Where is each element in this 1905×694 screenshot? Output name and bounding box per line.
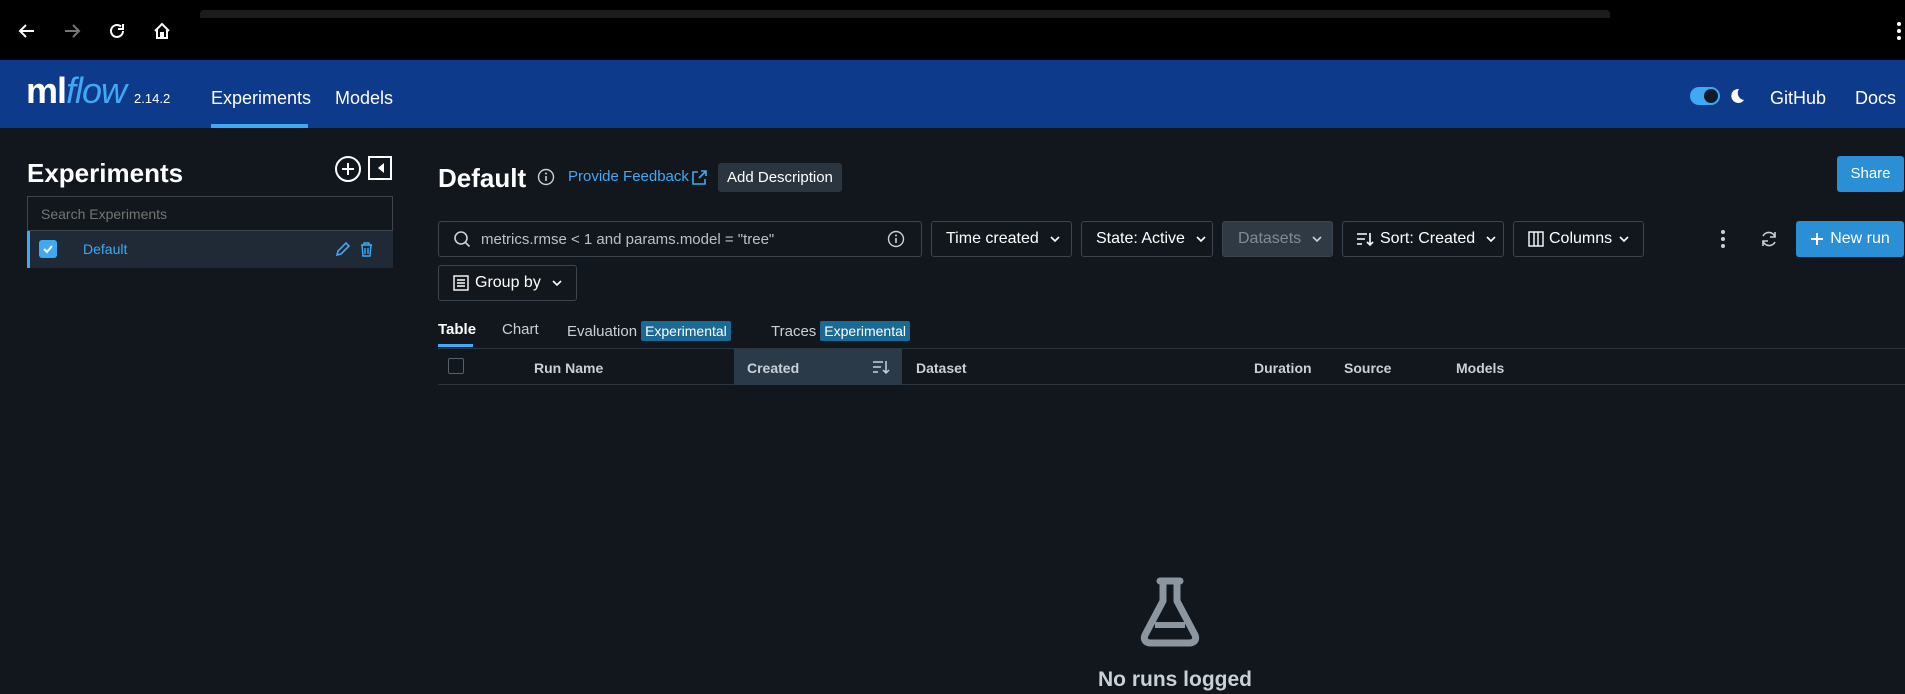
empty-state-message: No runs logged — [1098, 668, 1252, 691]
tab-chart[interactable]: Chart — [502, 321, 539, 338]
experiment-name[interactable]: Default — [83, 241, 127, 257]
chevron-down-icon — [1486, 236, 1496, 243]
add-description-button[interactable]: Add Description — [718, 163, 842, 192]
state-label: State: Active — [1096, 230, 1185, 247]
page-title: Default — [438, 163, 527, 193]
time-created-dropdown[interactable]: Time created — [931, 221, 1072, 257]
tab-evaluation[interactable]: Evaluation Experimental — [567, 321, 731, 341]
chevron-down-icon — [552, 280, 562, 287]
share-button[interactable]: Share — [1837, 156, 1904, 192]
logo-ml-text: ml — [26, 70, 67, 111]
group-by-icon — [453, 275, 469, 291]
columns-icon — [1528, 231, 1544, 247]
search-icon — [453, 230, 471, 248]
chevron-down-icon — [1050, 236, 1060, 243]
docs-link[interactable]: Docs — [1855, 88, 1896, 109]
search-placeholder: metrics.rmse < 1 and params.model = "tre… — [481, 230, 775, 248]
state-dropdown[interactable]: State: Active — [1081, 221, 1213, 257]
sort-descending-icon[interactable] — [872, 359, 890, 375]
active-tab-indicator — [438, 344, 473, 347]
new-run-label: New run — [1830, 230, 1890, 247]
sort-lines-icon — [1356, 231, 1374, 247]
group-by-dropdown[interactable]: Group by — [438, 265, 577, 301]
kebab-menu-icon[interactable] — [1895, 18, 1903, 44]
datasets-dropdown[interactable]: Datasets — [1222, 221, 1333, 257]
trash-icon[interactable] — [359, 241, 374, 258]
column-header-run-name[interactable]: Run Name — [534, 360, 603, 376]
columns-dropdown[interactable]: Columns — [1513, 221, 1644, 257]
plus-icon — [1810, 232, 1824, 246]
sort-label: Sort: Created — [1380, 230, 1476, 247]
external-link-icon[interactable] — [691, 169, 708, 186]
tab-evaluation-label: Evaluation — [567, 323, 638, 340]
refresh-icon[interactable] — [1759, 229, 1779, 249]
search-experiments-input[interactable] — [27, 196, 393, 231]
tab-traces-label: Traces — [771, 323, 817, 340]
sidebar-title: Experiments — [27, 158, 184, 188]
browser-toolbar — [0, 0, 1905, 60]
chevron-down-icon — [1196, 236, 1206, 243]
dark-mode-toggle[interactable] — [1690, 87, 1720, 105]
beaker-icon — [1135, 577, 1205, 647]
experiment-list-item[interactable]: Default — [27, 231, 393, 268]
app-header: ml flow 2.14.2 Experiments Models GitHub… — [0, 60, 1905, 128]
tab-table[interactable]: Table — [438, 321, 476, 338]
group-by-label: Group by — [475, 274, 541, 291]
forward-arrow-icon[interactable] — [60, 19, 84, 43]
chevron-down-icon — [1312, 236, 1322, 243]
reload-icon[interactable] — [105, 19, 129, 43]
nav-experiments[interactable]: Experiments — [211, 88, 311, 109]
tab-traces[interactable]: Traces Experimental — [771, 321, 910, 341]
column-header-dataset[interactable]: Dataset — [916, 360, 967, 376]
nav-models[interactable]: Models — [335, 88, 393, 109]
column-header-models[interactable]: Models — [1456, 360, 1504, 376]
back-arrow-icon[interactable] — [15, 19, 39, 43]
time-created-label: Time created — [946, 230, 1039, 247]
provide-feedback-link[interactable]: Provide Feedback — [568, 168, 689, 185]
column-header-source[interactable]: Source — [1344, 360, 1391, 376]
search-info-icon[interactable] — [887, 230, 905, 248]
collapse-sidebar-icon[interactable] — [367, 155, 395, 183]
chevron-down-icon — [1619, 236, 1629, 243]
column-header-duration[interactable]: Duration — [1254, 360, 1312, 376]
datasets-label: Datasets — [1238, 230, 1302, 247]
logo-flow-text: flow — [66, 70, 127, 111]
sort-dropdown[interactable]: Sort: Created — [1342, 221, 1504, 257]
columns-label: Columns — [1549, 230, 1613, 247]
new-run-button[interactable]: New run — [1796, 221, 1904, 257]
nav-active-indicator — [211, 124, 308, 128]
runs-table-header: Run Name Created Dataset Duration Source… — [438, 348, 1905, 385]
info-icon[interactable] — [537, 168, 555, 186]
add-experiment-icon[interactable] — [334, 155, 362, 183]
github-link[interactable]: GitHub — [1770, 88, 1826, 109]
edit-pencil-icon[interactable] — [334, 241, 351, 258]
address-bar[interactable] — [200, 10, 1610, 18]
home-icon[interactable] — [150, 19, 174, 43]
mlflow-logo[interactable]: ml flow 2.14.2 — [26, 70, 170, 112]
version-label: 2.14.2 — [134, 91, 171, 106]
run-search-input[interactable]: metrics.rmse < 1 and params.model = "tre… — [438, 221, 922, 257]
toggle-knob — [1704, 89, 1718, 103]
experimental-badge: Experimental — [820, 321, 910, 341]
experimental-badge: Experimental — [641, 321, 731, 341]
more-options-icon[interactable] — [1716, 228, 1730, 250]
experiment-checkbox[interactable] — [39, 240, 57, 258]
select-all-checkbox[interactable] — [448, 358, 464, 374]
moon-icon — [1727, 87, 1745, 105]
column-header-created[interactable]: Created — [747, 360, 799, 376]
